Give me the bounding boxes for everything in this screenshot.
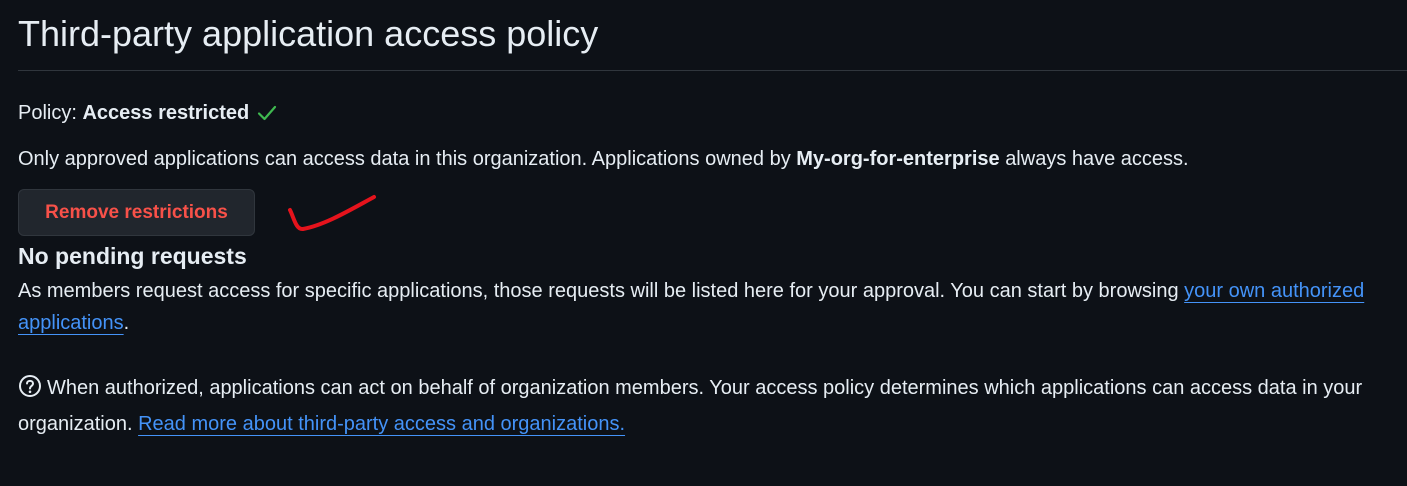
info-text: When authorized, applications can act on… [18,372,1388,440]
pending-requests-heading: No pending requests [18,243,247,269]
policy-status: Access restricted [82,102,250,124]
pending-requests-text: As members request access for specific a… [18,275,1388,339]
red-checkmark-annotation [285,190,380,240]
description-text: Only approved applications can access da… [18,148,791,170]
page-header: Third-party application access policy [18,12,1407,71]
read-more-link[interactable]: Read more about third-party access and o… [138,413,625,435]
policy-description: Only approved applications can access da… [18,146,1189,172]
pending-description: As members request access for specific a… [18,280,1179,302]
check-icon [257,102,277,128]
policy-status-line: Policy: Access restricted [18,100,277,128]
policy-label: Policy: [18,102,77,124]
page-title: Third-party application access policy [18,13,599,54]
question-icon [18,374,42,408]
pending-suffix: . [123,312,130,334]
description-text-end: always have access. [1005,148,1189,170]
org-name: My-org-for-enterprise [796,148,1000,170]
remove-restrictions-button[interactable]: Remove restrictions [18,189,255,236]
